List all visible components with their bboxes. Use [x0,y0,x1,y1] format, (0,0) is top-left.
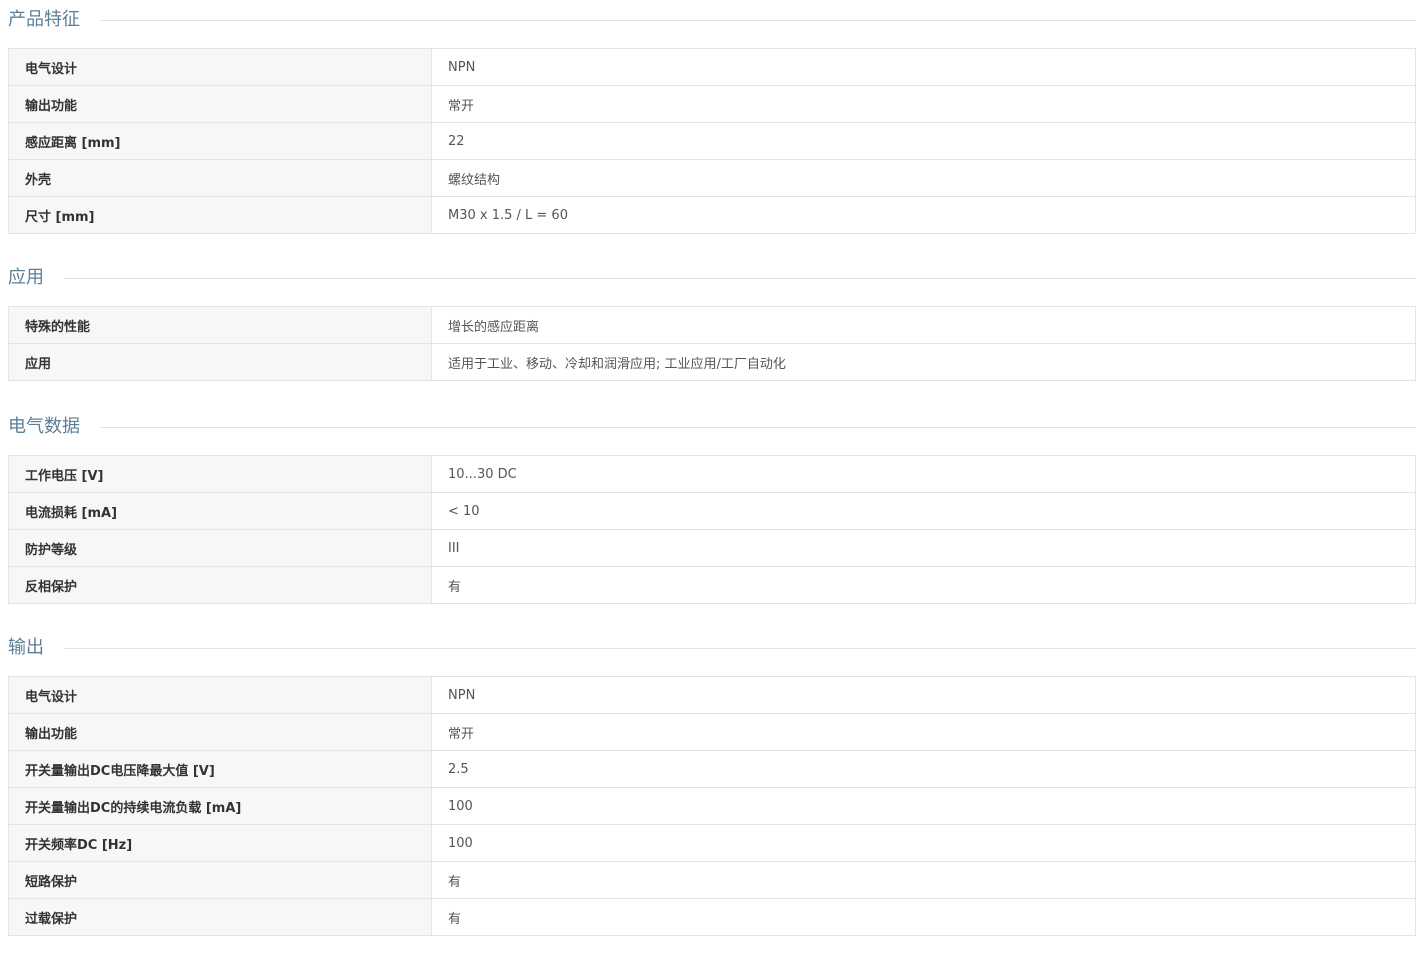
spec-label: 电气设计 [8,48,432,86]
spec-label: 工作电压 [V] [8,455,432,493]
table-row: 开关量输出DC电压降最大值 [V] 2.5 [8,750,1416,788]
spec-label: 反相保护 [8,566,432,604]
spec-value: 螺纹结构 [431,159,1416,197]
section-header: 电气数据 [8,407,1416,447]
spec-value: 有 [431,861,1416,899]
spec-label: 开关量输出DC电压降最大值 [V] [8,750,432,788]
spec-label: 开关频率DC [Hz] [8,824,432,862]
spec-value: 常开 [431,713,1416,751]
spec-label: 特殊的性能 [8,306,432,344]
spec-label: 电气设计 [8,676,432,714]
table-row: 电气设计 NPN [8,676,1416,714]
spec-value: 100 [431,787,1416,825]
section-divider [100,19,1416,21]
spec-label: 电流损耗 [mA] [8,492,432,530]
table-row: 开关频率DC [Hz] 100 [8,824,1416,862]
spec-value: 适用于工业、移动、冷却和润滑应用; 工业应用/工厂自动化 [431,343,1416,381]
spec-value: 常开 [431,85,1416,123]
table-row: 短路保护有 [8,861,1416,899]
section-header: 产品特征 [8,0,1416,40]
section-product-features: 产品特征 电气设计 NPN 输出功能 常开 感应距离 [mm] 22 外壳 螺纹结构 尺… [8,0,1416,234]
spec-value: 100 [431,824,1416,862]
section-electrical-data: 电气数据 工作电压 [V] 10...30 DC 电流损耗 [mA] < 10 防护… [8,407,1416,604]
spec-value: NPN [431,48,1416,86]
spec-table: 工作电压 [V] 10...30 DC 电流损耗 [mA] < 10 防护等级 III… [8,455,1416,604]
spec-label: 防护等级 [8,529,432,567]
section-title: 电气数据 [8,416,80,437]
table-row: 防护等级 III [8,529,1416,567]
spec-value: < 10 [431,492,1416,530]
section-output: 输出 电气设计 NPN 输出功能 常开 开关量输出DC电压降最大值 [V] 2.5 开… [8,628,1416,936]
spec-value: 有 [431,566,1416,604]
spec-value: NPN [431,676,1416,714]
table-row: 感应距离 [mm] 22 [8,122,1416,160]
table-row: 输出功能 常开 [8,85,1416,123]
table-row: 外壳 螺纹结构 [8,159,1416,197]
spec-label: 应用 [8,343,432,381]
spec-label: 感应距离 [mm] [8,122,432,160]
spec-value: 有 [431,898,1416,936]
table-row: 反相保护有 [8,566,1416,604]
spec-value: III [431,529,1416,567]
table-row: 输出功能 常开 [8,713,1416,751]
spec-value: 10...30 DC [431,455,1416,493]
table-row: 电气设计 NPN [8,48,1416,86]
section-title: 输出 [8,637,44,658]
section-header: 应用 [8,258,1416,298]
spec-label: 尺寸 [mm] [8,196,432,234]
spec-label: 输出功能 [8,713,432,751]
section-divider [64,647,1416,649]
table-row: 应用 适用于工业、移动、冷却和润滑应用; 工业应用/工厂自动化 [8,343,1416,381]
section-application: 应用 特殊的性能 增长的感应距离 应用 适用于工业、移动、冷却和润滑应用; 工业应用… [8,258,1416,381]
table-row: 尺寸 [mm] M30 x 1.5 / L = 60 [8,196,1416,234]
section-divider [64,277,1416,279]
section-header: 输出 [8,628,1416,668]
spec-value: 增长的感应距离 [431,306,1416,344]
section-divider [100,426,1416,428]
spec-value: 2.5 [431,750,1416,788]
spec-page: 产品特征 电气设计 NPN 输出功能 常开 感应距离 [mm] 22 外壳 螺纹结构 尺… [8,0,1416,936]
table-row: 工作电压 [V] 10...30 DC [8,455,1416,493]
spec-label: 外壳 [8,159,432,197]
spec-value: M30 x 1.5 / L = 60 [431,196,1416,234]
spec-label: 过载保护 [8,898,432,936]
spec-label: 开关量输出DC的持续电流负载 [mA] [8,787,432,825]
spec-table: 电气设计 NPN 输出功能 常开 感应距离 [mm] 22 外壳 螺纹结构 尺寸 [mm… [8,48,1416,234]
table-row: 开关量输出DC的持续电流负载 [mA] 100 [8,787,1416,825]
table-row: 过载保护有 [8,898,1416,936]
spec-table: 特殊的性能 增长的感应距离 应用 适用于工业、移动、冷却和润滑应用; 工业应用/工厂… [8,306,1416,381]
section-title: 产品特征 [8,9,80,30]
spec-table: 电气设计 NPN 输出功能 常开 开关量输出DC电压降最大值 [V] 2.5 开关量输… [8,676,1416,936]
spec-value: 22 [431,122,1416,160]
spec-label: 输出功能 [8,85,432,123]
section-title: 应用 [8,267,44,288]
table-row: 电流损耗 [mA] < 10 [8,492,1416,530]
spec-label: 短路保护 [8,861,432,899]
table-row: 特殊的性能 增长的感应距离 [8,306,1416,344]
